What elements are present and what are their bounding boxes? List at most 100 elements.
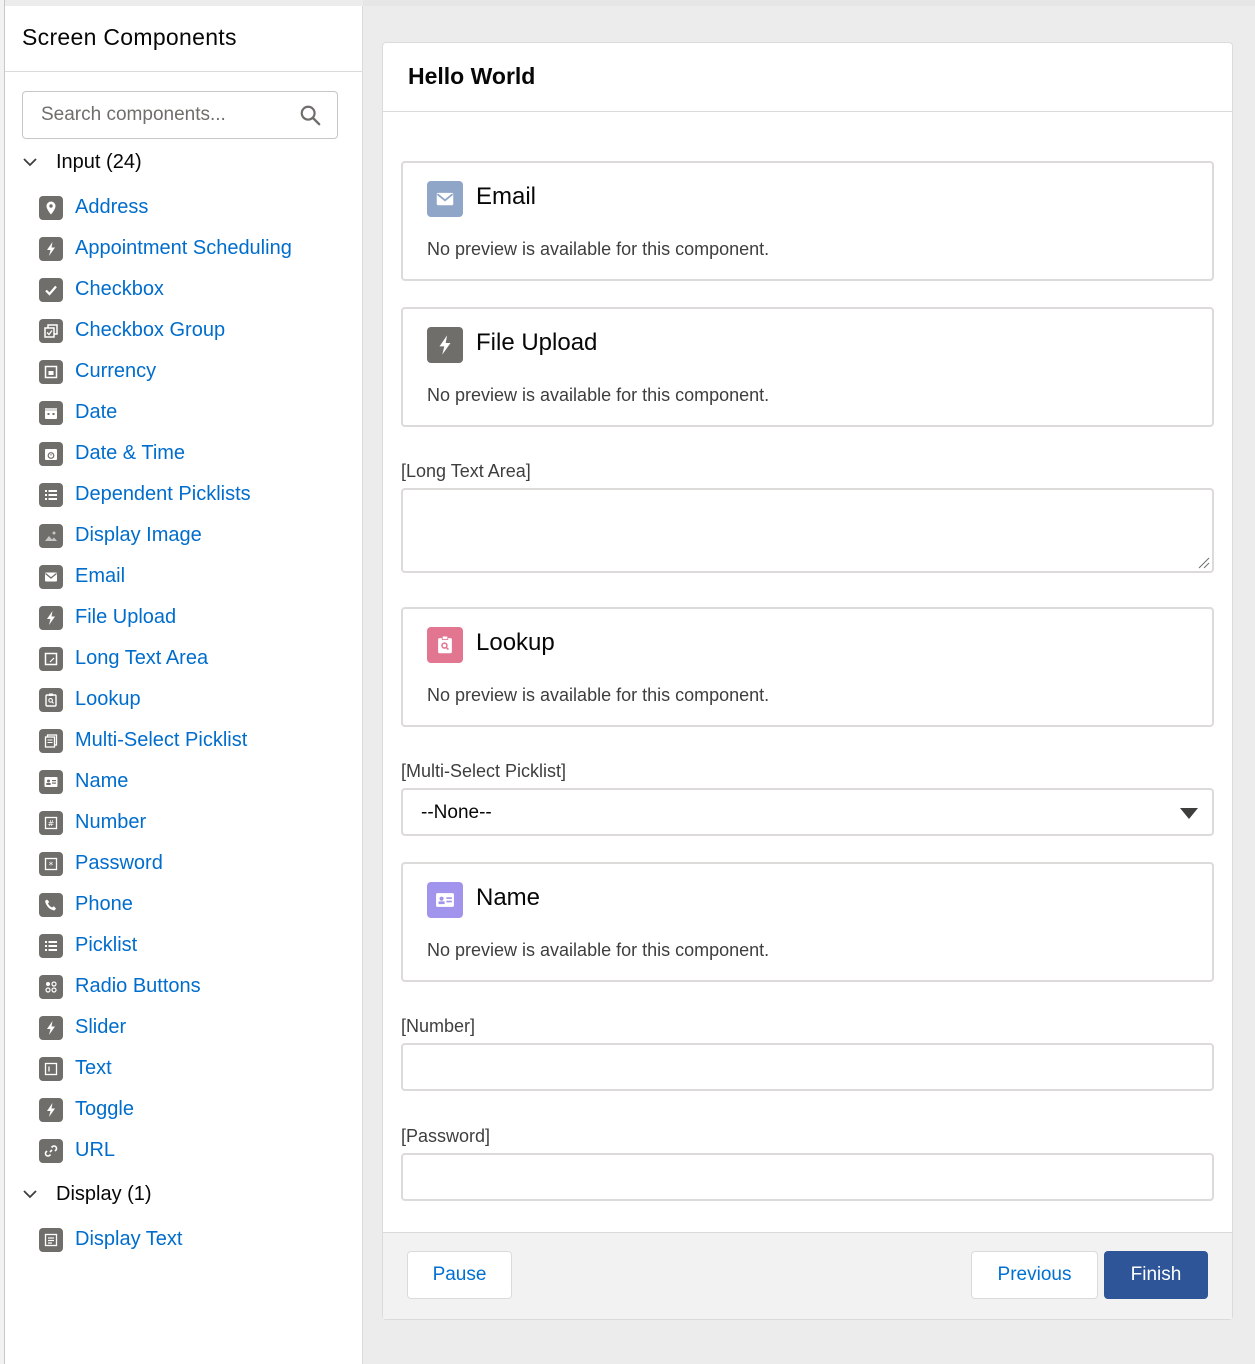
section-label: Display (1) [56,1182,152,1205]
calendar-icon [39,400,63,425]
number-input[interactable] [401,1043,1214,1091]
component-item-url[interactable]: URL [39,1130,292,1171]
component-item-date[interactable]: Date [39,392,292,433]
component-item-lookup[interactable]: Lookup [39,679,292,720]
textarea-icon [39,646,63,671]
screen-components-panel: Screen Components Input (24) Address App… [5,6,363,1364]
image-icon [39,523,63,548]
component-label: Display Image [75,524,202,546]
component-item-address[interactable]: Address [39,187,292,228]
svg-text:#: # [48,819,55,828]
component-label: Date [75,401,118,423]
pause-button[interactable]: Pause [407,1251,512,1299]
search-icon[interactable] [299,104,321,126]
list-icon [39,933,63,958]
password-label: [Password] [401,1126,491,1146]
component-item-slider[interactable]: Slider [39,1007,292,1048]
component-label: Lookup [75,688,141,710]
card-description: No preview is available for this compone… [427,239,770,259]
long-text-area-input[interactable] [401,488,1214,573]
screen-footer: Pause Previous Finish [383,1232,1232,1319]
chevron-down-icon [23,1190,37,1199]
component-item-number[interactable]: # Number [39,802,292,843]
component-label: Text [75,1057,112,1079]
chevron-down-icon [23,158,37,167]
flow-bolt-icon [39,236,63,261]
component-item-text[interactable]: Text [39,1048,292,1089]
resize-grip-icon[interactable] [1196,555,1210,569]
component-label: Multi-Select Picklist [75,729,248,751]
previous-button[interactable]: Previous [971,1251,1098,1299]
component-item-checkbox-group[interactable]: Checkbox Group [39,310,292,351]
component-label: Picklist [75,934,138,956]
radio-icon [39,974,63,999]
search-input[interactable] [41,104,291,126]
component-item-long-text-area[interactable]: Long Text Area [39,638,292,679]
currency-icon [39,359,63,384]
component-item-name[interactable]: Name [39,761,292,802]
name-component-card[interactable]: Name No preview is available for this co… [401,862,1214,982]
component-label: Slider [75,1016,127,1038]
list-icon [39,482,63,507]
search-box[interactable] [22,91,338,139]
sidebar-title: Screen Components [5,6,362,72]
component-item-checkbox[interactable]: Checkbox [39,269,292,310]
component-label: Dependent Picklists [75,483,251,505]
section-header-display[interactable]: Display (1) [22,1179,152,1209]
datetime-icon [39,441,63,466]
finish-button[interactable]: Finish [1104,1251,1208,1299]
screen-title: Hello World [383,43,1232,112]
number-label: [Number] [401,1016,476,1036]
card-description: No preview is available for this compone… [427,385,770,405]
component-label: File Upload [75,606,177,628]
caret-down-icon [1180,808,1198,819]
lookup-icon [427,627,463,663]
card-title: Name [476,884,541,911]
component-item-file-upload[interactable]: File Upload [39,597,292,638]
file-upload-component-card[interactable]: File Upload No preview is available for … [401,307,1214,427]
card-title: Lookup [476,629,555,656]
component-label: Password [75,852,163,874]
component-label: Checkbox [75,278,164,300]
text-icon [39,1056,63,1081]
flow-bolt-icon [427,327,463,363]
checkbox-group-icon [39,318,63,343]
number-icon: # [39,810,63,835]
component-item-toggle[interactable]: Toggle [39,1089,292,1130]
long-text-area-label: [Long Text Area] [401,461,531,481]
phone-icon [39,892,63,917]
flow-bolt-icon [39,1015,63,1040]
password-input[interactable] [401,1153,1214,1201]
component-item-picklist[interactable]: Picklist [39,925,292,966]
flow-bolt-icon [39,1097,63,1122]
component-item-display-image[interactable]: Display Image [39,515,292,556]
flow-bolt-icon [39,605,63,630]
component-item-phone[interactable]: Phone [39,884,292,925]
component-item-display-text[interactable]: Display Text [39,1219,182,1260]
password-icon: * [39,851,63,876]
multi-select-picklist-select[interactable]: --None-- [401,788,1214,836]
component-item-radio-buttons[interactable]: Radio Buttons [39,966,292,1007]
component-item-email[interactable]: Email [39,556,292,597]
component-label: Checkbox Group [75,319,226,341]
email-component-card[interactable]: Email No preview is available for this c… [401,161,1214,281]
card-description: No preview is available for this compone… [427,940,770,960]
component-item-dependent-picklists[interactable]: Dependent Picklists [39,474,292,515]
component-label: Appointment Scheduling [75,237,292,259]
lookup-icon [39,687,63,712]
component-item-currency[interactable]: Currency [39,351,292,392]
top-bar [363,0,1255,6]
component-label: Radio Buttons [75,975,201,997]
component-label: Currency [75,360,157,382]
lookup-component-card[interactable]: Lookup No preview is available for this … [401,607,1214,727]
component-item-multi-select-picklist[interactable]: Multi-Select Picklist [39,720,292,761]
component-label: Long Text Area [75,647,209,669]
component-item-date-time[interactable]: Date & Time [39,433,292,474]
multiselect-icon [39,728,63,753]
card-title: Email [476,183,537,210]
link-icon [39,1138,63,1163]
component-label: Email [75,565,126,587]
component-item-appointment-scheduling[interactable]: Appointment Scheduling [39,228,292,269]
section-header-input[interactable]: Input (24) [22,147,142,177]
component-item-password[interactable]: * Password [39,843,292,884]
